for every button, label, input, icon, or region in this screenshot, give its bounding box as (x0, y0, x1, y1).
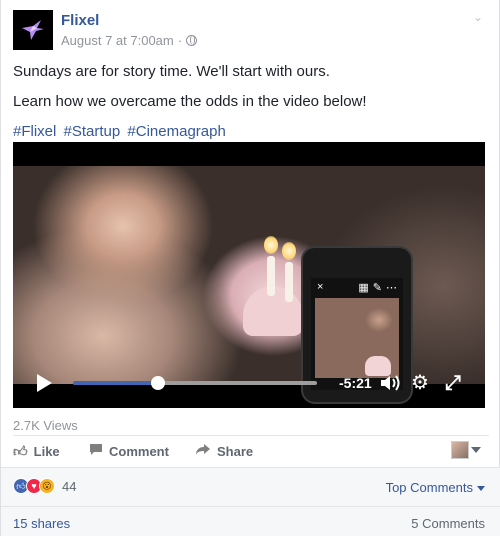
globe-icon (186, 35, 198, 46)
post-line-1: Sundays are for story time. We'll start … (13, 63, 330, 80)
share-button[interactable]: Share (195, 442, 253, 460)
seek-bar[interactable] (73, 376, 317, 390)
page-avatar[interactable] (13, 10, 53, 50)
phone-grid-icon: ▦ (358, 281, 369, 294)
actor-avatar[interactable] (451, 441, 469, 459)
post-meta: August 7 at 7:00am · (61, 33, 198, 48)
gear-icon[interactable]: ⚙ (411, 371, 429, 395)
comment-button[interactable]: Comment (89, 442, 169, 460)
time-remaining: -5:21 (339, 375, 372, 391)
candle (285, 262, 293, 302)
reactions-summary[interactable]: 👍︎ ♥ 😮︎ 44 (13, 478, 76, 494)
candle (267, 256, 275, 296)
post-text: Sundays are for story time. We'll start … (13, 62, 483, 152)
post-timestamp[interactable]: August 7 at 7:00am (61, 33, 174, 48)
wow-reaction-icon: 😮︎ (39, 478, 55, 494)
phone-toolbar: × ▦ ✎ ⋯ (311, 278, 403, 296)
view-count: 2.7K Views (13, 418, 78, 433)
share-label: Share (217, 443, 254, 459)
like-label: Like (33, 443, 60, 459)
comments-link[interactable]: 5 Comments (411, 516, 485, 531)
phone-photo (315, 298, 399, 378)
hashtag-list: #Flixel #Startup #Cinemagraph (13, 122, 483, 142)
video-frame: × ▦ ✎ ⋯ (13, 166, 485, 404)
volume-icon[interactable] (379, 373, 401, 393)
seek-progress (73, 381, 159, 385)
top-comments-label: Top Comments (385, 480, 473, 495)
like-button[interactable]: 👍︎ Like (13, 442, 60, 460)
divider (1, 506, 500, 507)
candle-flame (282, 242, 296, 260)
phone-close-icon: × (317, 281, 324, 293)
fullscreen-icon[interactable]: ⤢ (445, 371, 461, 395)
play-icon[interactable] (37, 374, 52, 392)
shares-link[interactable]: 15 shares (13, 516, 70, 531)
hummingbird-logo-icon (22, 20, 44, 40)
top-comments-dropdown[interactable]: Top Comments (386, 480, 485, 495)
phone-brush-icon: ✎ (372, 281, 382, 294)
divider (13, 435, 489, 436)
video-player[interactable]: × ▦ ✎ ⋯ -5:21 ⚙ ⤢ (13, 142, 485, 408)
chevron-down-icon[interactable]: ⌄ (473, 10, 487, 24)
caret-down-icon (477, 486, 485, 492)
phone-more-icon: ⋯ (386, 281, 397, 294)
post-line-2: Learn how we overcame the odds in the vi… (13, 93, 367, 110)
thumbs-up-icon: 👍︎ (13, 442, 28, 459)
share-arrow-icon (195, 443, 211, 459)
hashtag-cinemagraph[interactable]: #Cinemagraph (127, 123, 225, 140)
comment-label: Comment (109, 443, 169, 459)
page-name-link[interactable]: Flixel (61, 12, 99, 29)
hashtag-startup[interactable]: #Startup (64, 123, 121, 140)
video-controls: -5:21 ⚙ ⤢ (13, 368, 485, 398)
meta-separator: · (177, 33, 183, 48)
post-card: Flixel August 7 at 7:00am · ⌄ Sundays ar… (0, 0, 500, 536)
engagement-summary: 👍︎ ♥ 😮︎ 44 Top Comments 15 shares 5 Comm… (1, 467, 500, 536)
seek-handle[interactable] (151, 376, 166, 390)
hashtag-flixel[interactable]: #Flixel (13, 123, 56, 140)
comment-icon (89, 443, 103, 459)
candle-flame (264, 236, 278, 254)
reactions-count: 44 (62, 478, 77, 494)
caret-down-icon[interactable] (471, 447, 481, 453)
